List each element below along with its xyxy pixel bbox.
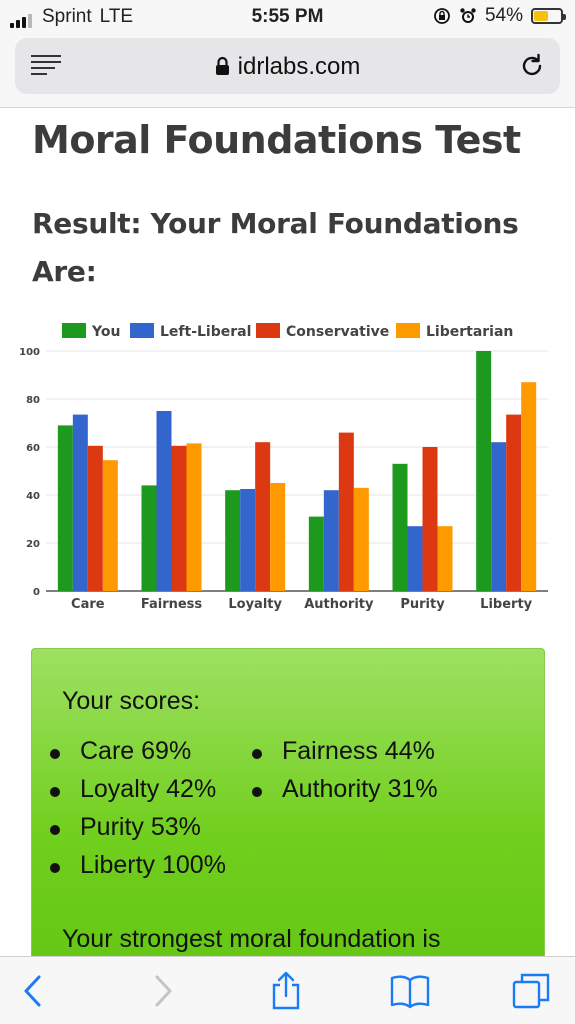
bar — [491, 442, 507, 591]
score-item-loyalty: Loyalty 42% — [49, 775, 217, 803]
bar — [338, 432, 354, 591]
y-tick-label: 40 — [26, 491, 40, 502]
bar — [506, 414, 522, 591]
page-title: Moral Foundations Test — [32, 118, 521, 162]
y-tick-label: 100 — [19, 347, 40, 358]
browser-address-bar: idrlabs.com — [0, 34, 575, 108]
bar — [308, 516, 324, 591]
scores-title: Your scores: — [62, 687, 201, 715]
lock-icon — [215, 56, 229, 75]
bookmarks-icon[interactable] — [390, 971, 430, 1011]
x-tick-label: Care — [71, 597, 105, 612]
bar — [255, 442, 271, 591]
reload-icon[interactable] — [518, 52, 546, 80]
page-content: Moral Foundations Test Result: Your Mora… — [0, 108, 575, 956]
bar — [353, 487, 369, 591]
bar — [270, 483, 286, 591]
y-tick-label: 20 — [26, 539, 40, 550]
scores-box: Your scores: Care 69% Fairness 44% Loyal… — [31, 648, 545, 956]
y-tick-label: 60 — [26, 443, 40, 454]
bar — [225, 490, 241, 591]
score-item-authority: Authority 31% — [252, 775, 438, 803]
moral-foundations-chart: 0 20 40 60 80 100 You Left-Liberal Conservative L… — [0, 313, 575, 623]
bar — [437, 526, 453, 591]
bar — [392, 463, 408, 591]
bar — [521, 382, 537, 591]
bar — [476, 351, 492, 591]
score-item-purity: Purity 53% — [50, 813, 201, 841]
legend-swatch — [62, 323, 86, 338]
battery-icon — [531, 8, 566, 24]
x-tick-label: Fairness — [141, 597, 203, 612]
legend-label: Conservative — [286, 324, 389, 340]
legend-swatch — [130, 323, 154, 338]
bar — [240, 489, 256, 591]
bar — [407, 526, 423, 591]
y-tick-label: 80 — [26, 395, 40, 406]
share-icon[interactable] — [266, 971, 306, 1011]
legend-swatch — [256, 323, 280, 338]
bar — [422, 447, 438, 591]
tabs-icon[interactable] — [512, 971, 552, 1011]
orientation-lock-icon — [434, 8, 450, 24]
battery-percent: 54% — [484, 5, 523, 26]
alarm-icon — [460, 8, 476, 23]
legend-label: Libertarian — [426, 324, 513, 340]
strongest-foundation-text: Your strongest moral foundation is — [62, 925, 441, 953]
browser-toolbar — [0, 956, 575, 1024]
bar — [57, 425, 73, 591]
legend-label: Left-Liberal — [160, 324, 251, 340]
forward-icon[interactable] — [142, 971, 182, 1011]
bar — [156, 411, 172, 591]
back-icon[interactable] — [14, 971, 54, 1011]
bar — [87, 445, 103, 591]
bar — [323, 490, 339, 591]
score-item-fairness: Fairness 44% — [252, 737, 435, 765]
x-tick-label: Authority — [304, 597, 374, 612]
url-field[interactable]: idrlabs.com — [15, 38, 560, 94]
battery-level — [534, 11, 549, 21]
result-heading: Result: Your Moral Foundations Are: — [32, 207, 519, 288]
legend-swatch — [396, 323, 420, 338]
bar — [186, 443, 202, 591]
x-tick-label: Loyalty — [228, 597, 282, 612]
y-tick-label: 0 — [33, 587, 40, 598]
bar — [141, 485, 157, 591]
x-tick-label: Purity — [400, 597, 445, 612]
legend-label: You — [91, 324, 120, 340]
url-display[interactable]: idrlabs.com — [15, 53, 560, 81]
x-tick-label: Liberty — [480, 597, 532, 612]
score-item-liberty: Liberty 100% — [50, 851, 226, 879]
bar — [102, 460, 118, 591]
status-right: 54% — [433, 5, 566, 27]
url-text: idrlabs.com — [237, 53, 361, 80]
bar — [171, 445, 187, 591]
score-item-care: Care 69% — [49, 737, 192, 765]
bar — [72, 414, 88, 591]
chart-svg: 0 20 40 60 80 100 You Left-Liberal Conservative L… — [19, 323, 548, 612]
status-bar: Sprint LTE 5:55 PM 54% — [0, 0, 575, 34]
